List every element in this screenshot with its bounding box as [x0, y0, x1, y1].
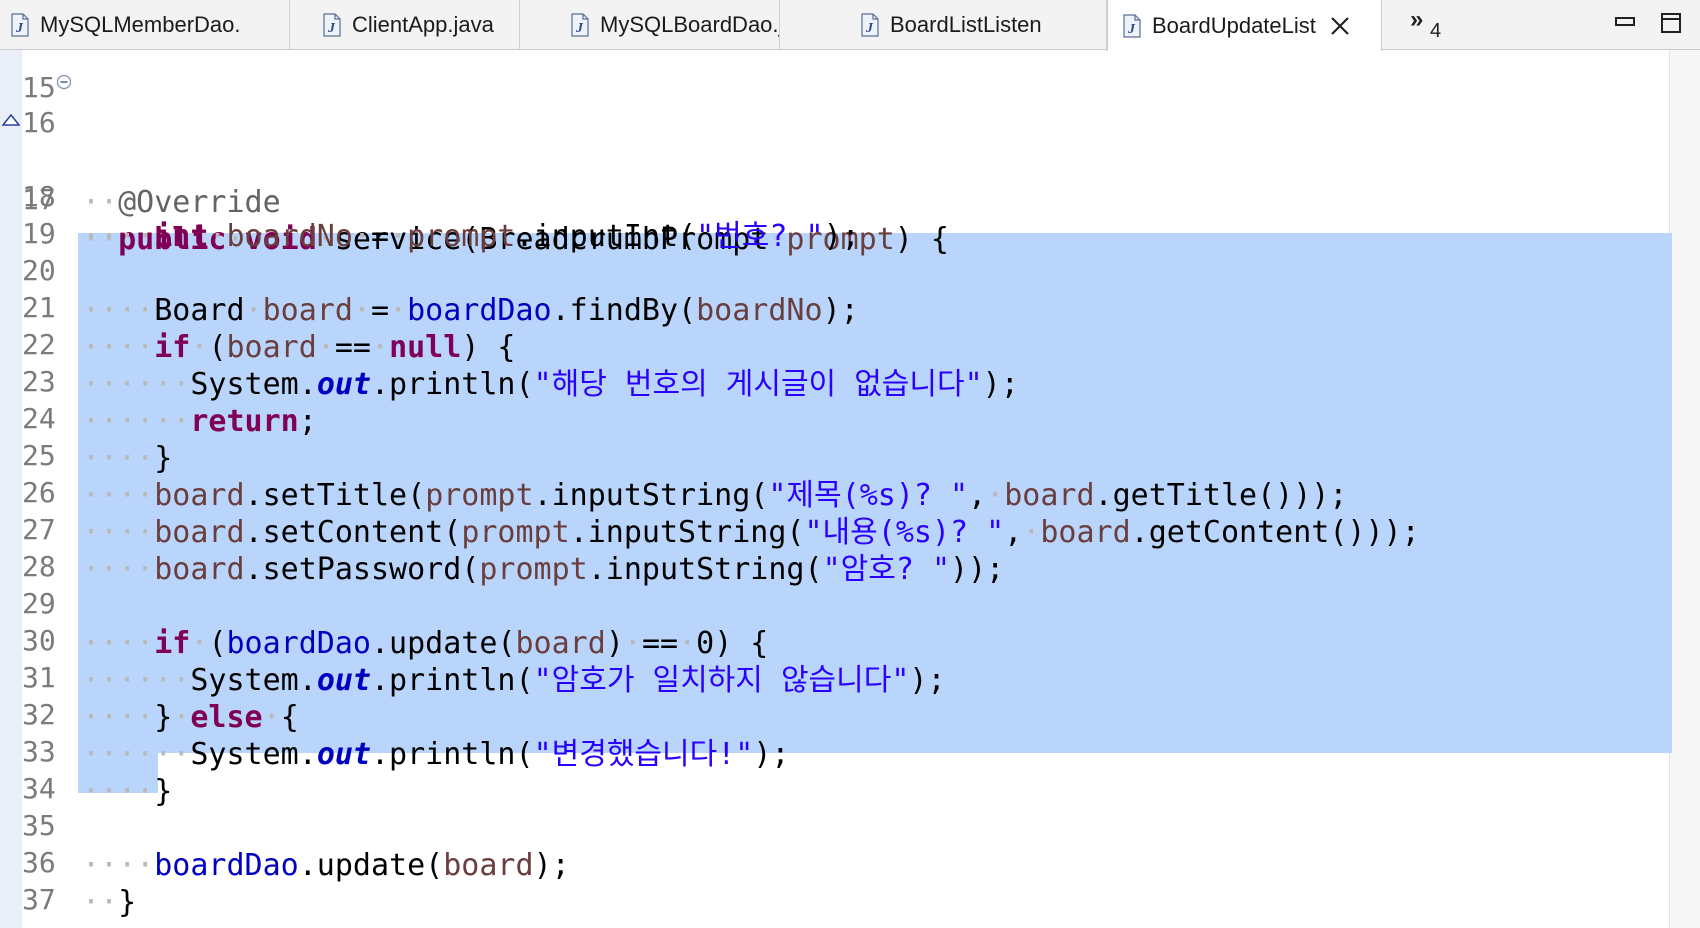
editor-tab-bar: J MySQLMemberDao. J ClientApp.java J MyS… — [0, 0, 1700, 51]
line-number: 37 — [22, 883, 56, 916]
tab-mysqlboarddao[interactable]: J MySQLBoardDao.j — [520, 0, 780, 50]
java-file-icon: J — [571, 13, 589, 37]
tab-clientapp[interactable]: J ClientApp.java — [290, 0, 520, 50]
svg-text:J: J — [1127, 22, 1136, 37]
code-line: 35 ····boardDao.update(board); — [0, 766, 1670, 883]
code-line: 21 ····if·(board·==·null) { — [0, 248, 1670, 365]
fold-collapse-icon[interactable] — [56, 74, 72, 90]
java-file-icon: J — [323, 13, 341, 37]
code-line: 31 ····}·else·{ — [0, 618, 1670, 735]
tab-label: BoardUpdateList — [1152, 12, 1316, 38]
tab-overflow-chevron[interactable]: » — [1410, 6, 1423, 34]
tab-label: MySQLBoardDao.j — [600, 12, 780, 37]
tab-mysqlmemberdao[interactable]: J MySQLMemberDao. — [0, 0, 290, 50]
code-line: 26 ····board.setContent(prompt.inputStri… — [0, 433, 1670, 550]
code-editor[interactable]: 15 16 ··@Override 17 ··public·void·servi… — [0, 50, 1700, 928]
code-punct: } — [118, 885, 137, 920]
code-line: 19 — [0, 174, 1670, 250]
code-line: 18 ····int·boardNo·=·prompt.inputInt("번호… — [0, 137, 1670, 254]
code-line: 28 — [0, 507, 1670, 583]
svg-text:J: J — [575, 21, 584, 36]
code-line: 37 — [0, 840, 1670, 916]
svg-text:J: J — [327, 21, 336, 36]
svg-text:J: J — [865, 21, 874, 36]
close-icon[interactable] — [1328, 14, 1352, 38]
tab-boardupdatelistener[interactable]: J BoardUpdateList — [1107, 0, 1382, 51]
tab-label: ClientApp.java — [352, 12, 494, 37]
tab-overflow-count[interactable]: 4 — [1430, 20, 1441, 43]
tab-label: MySQLMemberDao. — [40, 12, 241, 37]
tab-boardlistlistener[interactable]: J BoardListListen — [780, 0, 1107, 50]
code-line: 36 ··} — [0, 803, 1670, 920]
java-file-icon: J — [861, 13, 879, 37]
code-line: 30 ······System.out.println("암호가 일치하지 않습… — [0, 581, 1670, 698]
code-line: 16 ··@Override — [0, 63, 1670, 220]
code-line: 23 ······return; — [0, 322, 1670, 439]
java-file-icon: J — [1123, 13, 1141, 38]
code-line: 27 ····board.setPassword(prompt.inputStr… — [0, 470, 1670, 587]
code-line: 34 — [0, 729, 1670, 805]
code-line: 32 ······System.out.println("변경했습니다!"); — [0, 655, 1670, 772]
svg-text:J: J — [15, 21, 24, 36]
code-line: 25 ····board.setTitle(prompt.inputString… — [0, 396, 1670, 513]
java-file-icon: J — [11, 13, 29, 37]
code-line: 33 ····} — [0, 692, 1670, 809]
overview-ruler[interactable] — [1669, 50, 1700, 928]
tab-label: BoardListListen — [890, 12, 1042, 37]
override-triangle-icon[interactable] — [2, 113, 20, 127]
code-line: 24 ····} — [0, 359, 1670, 476]
code-line: 22 ······System.out.println("해당 번호의 게시글이… — [0, 285, 1670, 402]
maximize-icon[interactable] — [1660, 12, 1682, 34]
minimize-icon[interactable] — [1614, 12, 1636, 34]
code-line: 29 ····if·(boardDao.update(board) {)·==·… — [0, 544, 1670, 661]
code-line: 20 ····Board·board·=·boardDao.findBy(boa… — [0, 211, 1670, 328]
code-line: 17 ··public·void·service(BreadcrumbPromp… — [0, 100, 1670, 257]
